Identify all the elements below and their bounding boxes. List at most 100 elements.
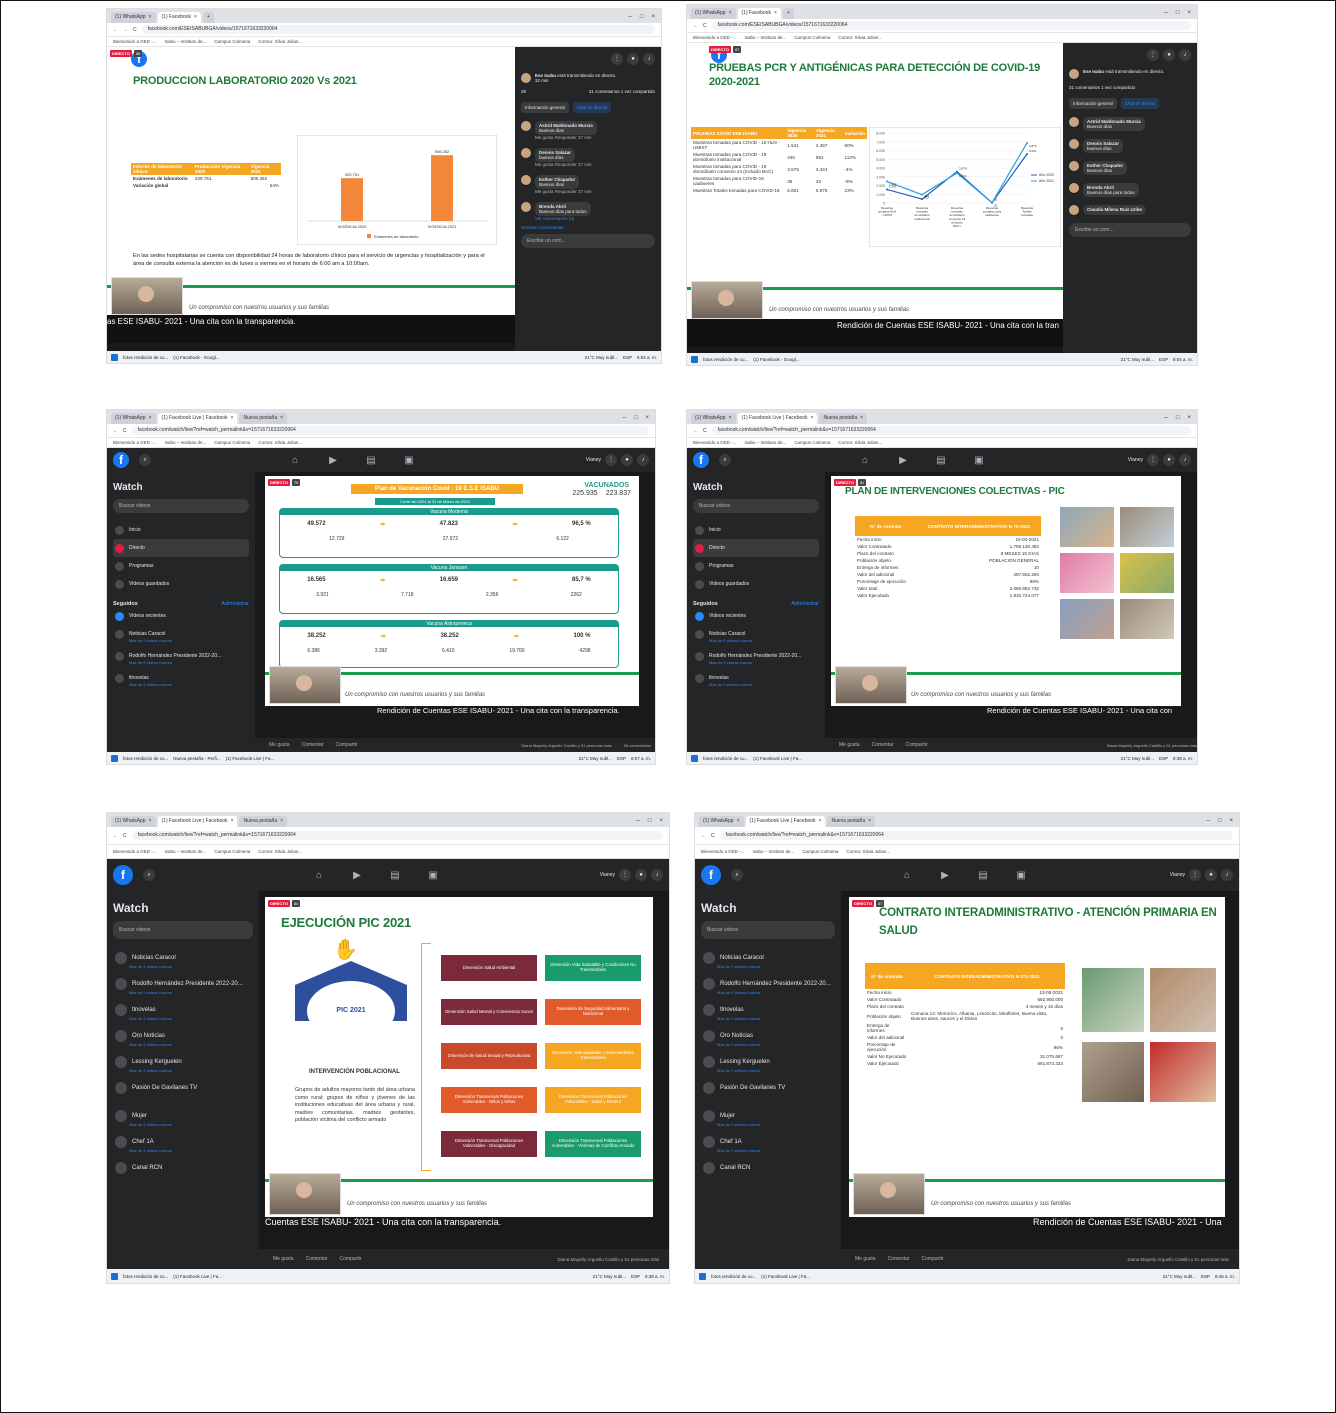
back-icon[interactable]: ← <box>693 23 698 29</box>
window-controls[interactable]: – □ × <box>617 413 655 424</box>
gaming-icon[interactable]: ▣ <box>965 455 993 466</box>
reload-icon[interactable]: C <box>703 428 707 434</box>
messenger-icon[interactable]: ● <box>1205 869 1217 881</box>
bell-icon[interactable]: ♪ <box>651 869 663 881</box>
comment-input[interactable]: Escribe un com... <box>1069 223 1191 237</box>
sidebar-item-inicio[interactable]: Inicio <box>113 521 249 539</box>
like-button[interactable]: Me gusta <box>855 1256 876 1262</box>
messenger-icon[interactable]: ● <box>627 53 639 65</box>
manage-link[interactable]: Administrar <box>791 601 819 607</box>
search-videos-input[interactable]: Buscar videos <box>113 499 249 513</box>
comment-button[interactable]: Comentar <box>888 1256 910 1262</box>
facebook-logo[interactable]: f <box>693 452 709 468</box>
home-icon[interactable]: ⌂ <box>281 455 309 466</box>
windows-start-icon[interactable] <box>691 754 698 762</box>
like-button[interactable]: Me gusta <box>273 1256 294 1262</box>
reload-icon[interactable]: C <box>711 833 715 839</box>
search-videos-input[interactable]: Buscar videos <box>693 499 819 513</box>
profile-name[interactable]: Vianey <box>1128 457 1143 463</box>
tab-facebook-live[interactable]: (1) Facebook Live | Facebook × <box>157 816 238 827</box>
taskbar-item[interactable]: fotos rendición de cu... <box>123 1274 168 1279</box>
comment-button[interactable]: Comentar <box>306 1256 328 1262</box>
followed-page[interactable]: Pasión De Gavilanes TV <box>701 1077 835 1099</box>
tab-new[interactable]: Nueva pestaña × <box>819 413 868 424</box>
menu-icon[interactable]: ⋮ <box>605 454 617 466</box>
sidebar-item-recientes[interactable]: Videos recientes <box>693 607 819 625</box>
sidebar-item-directo[interactable]: Directo <box>113 539 249 557</box>
taskbar-item[interactable]: (1) Facebook Live | Fa... <box>753 756 802 761</box>
sidebar-item-programas[interactable]: Programas <box>693 557 819 575</box>
marketplace-icon[interactable]: ▤ <box>381 870 409 881</box>
bell-icon[interactable]: ♪ <box>637 454 649 466</box>
search-icon[interactable]: ⌕ <box>139 454 151 466</box>
tab-info[interactable]: Información general <box>521 102 569 113</box>
taskbar-item[interactable]: (1) Facebook Live | Fa... <box>173 1274 222 1279</box>
new-tab-button[interactable]: + <box>782 8 794 19</box>
taskbar-item[interactable]: fotos rendición de cu... <box>123 355 168 360</box>
followed-page[interactable]: Canal RCN <box>701 1157 835 1179</box>
share-button[interactable]: Compartir <box>906 742 928 748</box>
taskbar-item[interactable]: fotos rendición de cu... <box>123 756 168 761</box>
tab-live-chat[interactable]: Chat en directo <box>1120 98 1160 109</box>
bookmark[interactable]: Isabu – Instituto de... <box>745 438 787 447</box>
share-button[interactable]: Compartir <box>336 742 358 748</box>
bell-icon[interactable]: ♪ <box>1221 869 1233 881</box>
back-icon[interactable]: ← <box>701 833 706 839</box>
windows-start-icon[interactable] <box>691 355 698 363</box>
bookmark[interactable]: Correo: Silvia Julian... <box>838 33 882 42</box>
reload-icon[interactable]: C <box>123 428 127 434</box>
tab-facebook[interactable]: (1) Facebook × <box>157 12 201 23</box>
like-button[interactable]: Me gusta <box>839 742 860 748</box>
home-icon[interactable]: ⌂ <box>851 455 879 466</box>
bookmark[interactable]: Correo: Silvia Julian... <box>258 438 302 447</box>
tab-whatsapp[interactable]: (1) WhatsApp × <box>111 413 156 424</box>
watch-icon[interactable]: ▶ <box>343 870 371 881</box>
window-controls[interactable]: – □ × <box>631 816 669 827</box>
gaming-icon[interactable]: ▣ <box>419 870 447 881</box>
windows-start-icon[interactable] <box>111 353 118 361</box>
menu-icon[interactable]: ⋮ <box>619 869 631 881</box>
messenger-icon[interactable]: ● <box>621 454 633 466</box>
taskbar-item[interactable]: fotos rendición de cu... <box>703 357 748 362</box>
profile-name[interactable]: Vianey <box>600 872 615 878</box>
marketplace-icon[interactable]: ▤ <box>927 455 955 466</box>
back-icon[interactable]: ← <box>113 428 118 434</box>
home-icon[interactable]: ⌂ <box>305 870 333 881</box>
tab-info[interactable]: Información general <box>1069 98 1117 109</box>
back-icon[interactable]: ← <box>693 428 698 434</box>
taskbar-item[interactable]: (1) Facebook Live | Fa... <box>761 1274 810 1279</box>
reload-icon[interactable]: C <box>133 27 137 33</box>
bookmark[interactable]: Isabu – Instituto de... <box>753 845 795 858</box>
marketplace-icon[interactable]: ▤ <box>969 870 997 881</box>
tab-facebook-live[interactable]: (1) Facebook Live | Facebook × <box>745 816 826 827</box>
reload-icon[interactable]: C <box>703 23 707 29</box>
bookmark[interactable]: Isabu – Instituto de... <box>165 438 207 447</box>
tab-new[interactable]: Nueva pestaña × <box>827 816 876 827</box>
menu-icon[interactable]: ⋮ <box>1147 454 1159 466</box>
bell-icon[interactable]: ♪ <box>1179 454 1191 466</box>
search-videos-input[interactable]: Buscar videos <box>701 921 835 939</box>
facebook-logo[interactable]: f <box>113 865 133 885</box>
marketplace-icon[interactable]: ▤ <box>357 455 385 466</box>
bookmark[interactable]: Correo: Silvia Julian... <box>838 438 882 447</box>
watch-icon[interactable]: ▶ <box>931 870 959 881</box>
window-controls[interactable]: – □ × <box>1159 413 1197 424</box>
sidebar-item-programas[interactable]: Programas <box>113 557 249 575</box>
url-input[interactable]: facebook.com/watch/live/?ref=watch_perma… <box>711 426 1191 435</box>
taskbar-item[interactable]: (1) Facebook - Googl... <box>753 357 799 362</box>
forward-icon[interactable]: → <box>123 27 128 33</box>
bookmark[interactable]: Campus Colmena <box>214 37 250 46</box>
bookmark[interactable]: Bienvenido a GED -... <box>113 438 157 447</box>
url-input[interactable]: facebook.com/ESEISABUBGA/videos/15716716… <box>141 25 655 34</box>
windows-start-icon[interactable] <box>111 1272 118 1280</box>
taskbar-item[interactable]: fotos rendición de cu... <box>711 1274 756 1279</box>
bookmark[interactable]: Isabu – Instituto de... <box>165 37 207 46</box>
watch-icon[interactable]: ▶ <box>319 455 347 466</box>
search-icon[interactable]: ⌕ <box>143 869 155 881</box>
bookmark[interactable]: Campus Colmena <box>794 438 830 447</box>
bell-icon[interactable]: ♪ <box>1179 49 1191 61</box>
messenger-icon[interactable]: ● <box>635 869 647 881</box>
bookmark[interactable]: Isabu – Instituto de... <box>745 33 787 42</box>
taskbar-item[interactable]: fotos rendición de cu... <box>703 756 748 761</box>
bookmark[interactable]: Bienvenido a GED -... <box>113 37 157 46</box>
